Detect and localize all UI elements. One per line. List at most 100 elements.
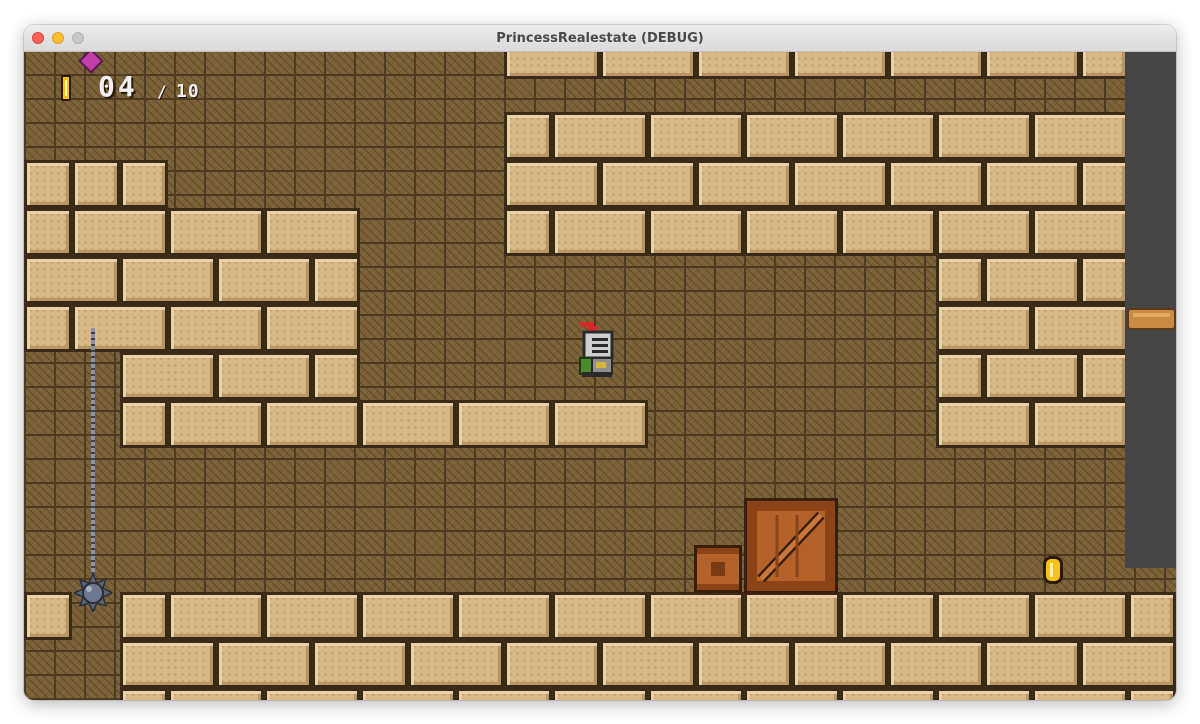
stone-brick bbox=[840, 592, 936, 640]
stone-brick bbox=[936, 688, 1032, 700]
stone-brick bbox=[840, 112, 936, 160]
wooden-crate-small bbox=[694, 545, 742, 593]
stone-brick bbox=[648, 688, 744, 700]
stone-brick bbox=[120, 352, 216, 400]
stone-brick bbox=[504, 208, 552, 256]
stone-brick bbox=[216, 640, 312, 688]
stone-brick bbox=[312, 352, 360, 400]
stone-brick bbox=[24, 208, 72, 256]
stone-brick bbox=[744, 112, 840, 160]
stone-brick bbox=[264, 592, 360, 640]
coin-count: 04 bbox=[98, 70, 138, 103]
stone-brick bbox=[744, 688, 840, 700]
stone-brick bbox=[744, 208, 840, 256]
stone-brick bbox=[888, 52, 984, 79]
stone-brick bbox=[648, 208, 744, 256]
stone-brick bbox=[168, 208, 264, 256]
stone-brick bbox=[888, 160, 984, 208]
stone-brick bbox=[552, 592, 648, 640]
stone-brick bbox=[936, 400, 1032, 448]
stone-brick bbox=[24, 304, 72, 352]
coin-pickup bbox=[1043, 556, 1063, 584]
stone-brick bbox=[1080, 52, 1128, 79]
stone-brick bbox=[792, 160, 888, 208]
stone-brick bbox=[504, 160, 600, 208]
stone-brick bbox=[120, 400, 168, 448]
stone-brick bbox=[600, 160, 696, 208]
stone-brick bbox=[936, 304, 1032, 352]
stone-brick bbox=[120, 640, 216, 688]
stone-brick bbox=[120, 160, 168, 208]
stone-brick bbox=[1128, 592, 1176, 640]
stone-brick bbox=[456, 592, 552, 640]
stone-brick bbox=[408, 640, 504, 688]
stone-brick bbox=[888, 640, 984, 688]
stone-brick bbox=[360, 688, 456, 700]
stone-brick bbox=[168, 592, 264, 640]
stone-brick bbox=[216, 256, 312, 304]
stone-brick bbox=[168, 400, 264, 448]
game-canvas[interactable]: 04 / 10 bbox=[24, 52, 1176, 700]
stone-brick bbox=[72, 160, 120, 208]
coin-count-separator: / bbox=[157, 82, 167, 101]
stone-brick bbox=[552, 688, 648, 700]
stone-brick bbox=[600, 52, 696, 79]
stone-brick bbox=[1080, 160, 1128, 208]
stone-brick bbox=[1032, 688, 1128, 700]
stone-brick bbox=[24, 160, 72, 208]
stone-brick bbox=[1080, 352, 1128, 400]
stone-brick bbox=[936, 592, 1032, 640]
stone-brick bbox=[312, 640, 408, 688]
knight-icon bbox=[579, 322, 614, 377]
stone-brick bbox=[24, 256, 120, 304]
coin-total: 10 bbox=[176, 81, 200, 102]
wooden-ledge bbox=[1127, 308, 1176, 330]
stone-brick bbox=[1080, 640, 1176, 688]
stone-brick bbox=[504, 640, 600, 688]
stone-brick bbox=[984, 256, 1080, 304]
stone-brick bbox=[840, 208, 936, 256]
stone-brick bbox=[648, 112, 744, 160]
stone-brick bbox=[936, 112, 1032, 160]
stone-brick bbox=[312, 256, 360, 304]
window-title: PrincessRealestate (DEBUG) bbox=[496, 31, 704, 46]
spiked-ball-icon bbox=[74, 574, 112, 612]
stone-brick bbox=[840, 688, 936, 700]
stone-brick bbox=[1032, 208, 1128, 256]
stone-brick bbox=[696, 160, 792, 208]
stone-brick bbox=[1032, 112, 1128, 160]
stone-brick bbox=[264, 400, 360, 448]
stone-brick bbox=[1032, 400, 1128, 448]
stone-brick bbox=[696, 640, 792, 688]
stone-brick bbox=[984, 352, 1080, 400]
chain bbox=[91, 328, 95, 574]
stone-brick bbox=[552, 400, 648, 448]
stone-brick bbox=[984, 640, 1080, 688]
stone-brick bbox=[168, 688, 264, 700]
stone-brick bbox=[984, 52, 1080, 79]
stone-brick bbox=[744, 592, 840, 640]
stone-brick bbox=[552, 112, 648, 160]
stone-brick bbox=[168, 304, 264, 352]
stone-brick bbox=[984, 160, 1080, 208]
title-bar: PrincessRealestate (DEBUG) bbox=[24, 25, 1176, 52]
stone-brick bbox=[456, 688, 552, 700]
stone-brick bbox=[24, 592, 72, 640]
stone-brick bbox=[264, 304, 360, 352]
stone-brick bbox=[936, 256, 984, 304]
stone-brick bbox=[264, 688, 360, 700]
stone-brick bbox=[264, 208, 360, 256]
stone-brick bbox=[936, 208, 1032, 256]
stone-brick bbox=[120, 688, 168, 700]
stone-brick bbox=[504, 52, 600, 79]
app-window: PrincessRealestate (DEBUG) 04 / 10 bbox=[24, 25, 1176, 700]
stone-brick bbox=[552, 208, 648, 256]
coin-icon bbox=[61, 75, 71, 101]
stone-brick bbox=[120, 592, 168, 640]
stone-brick bbox=[456, 400, 552, 448]
stone-brick bbox=[1032, 304, 1128, 352]
stone-brick bbox=[1032, 592, 1128, 640]
stone-brick bbox=[360, 400, 456, 448]
stone-brick bbox=[792, 52, 888, 79]
wooden-crate bbox=[744, 498, 838, 594]
